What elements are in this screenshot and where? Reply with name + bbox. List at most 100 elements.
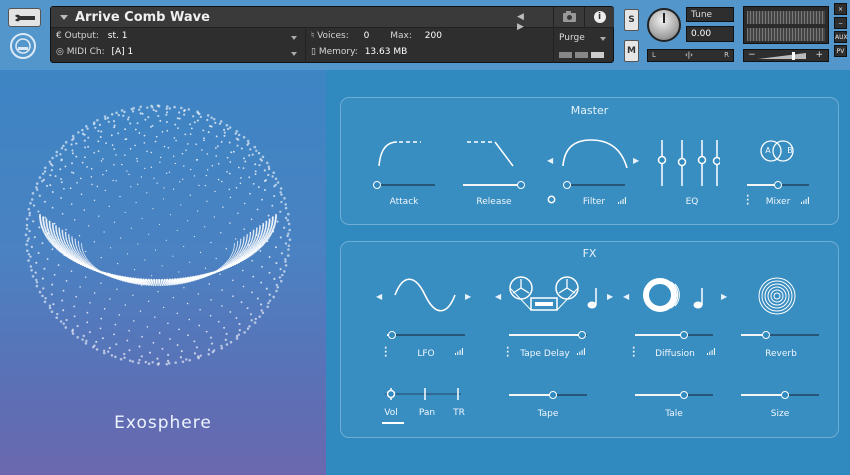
tab-tr[interactable]: TR: [449, 408, 469, 418]
lfo-slider[interactable]: [387, 331, 465, 339]
max-label: Max:: [390, 31, 412, 41]
output-dropdown-icon[interactable]: [291, 36, 297, 40]
pan-slider[interactable]: L ‹|› R: [647, 49, 734, 62]
meter-block: [575, 52, 588, 58]
output-icon: €: [56, 31, 62, 41]
vol-pan-tr-sliders[interactable]: [383, 387, 463, 401]
tab-pan[interactable]: Pan: [415, 408, 439, 418]
voices-icon: ♮: [311, 31, 315, 41]
diffusion-ring-icon: [643, 278, 680, 312]
midi-dropdown-icon[interactable]: [291, 52, 297, 56]
master-title: Master: [570, 104, 609, 117]
lfo-menu-icon[interactable]: · · ·: [384, 345, 387, 362]
volume-ramp-icon: [758, 52, 806, 60]
preset-nav-arrows-icon[interactable]: ◀ ▶: [517, 12, 553, 32]
minimize-button[interactable]: −: [834, 17, 847, 29]
filter-mod-bars-icon[interactable]: [618, 197, 626, 204]
diffusion-menu-icon[interactable]: · · ·: [632, 345, 635, 362]
size-slider[interactable]: [741, 391, 819, 399]
release-envelope-icon: [467, 141, 514, 167]
midi-label: MIDI Ch:: [66, 47, 105, 57]
midi-channel-selector[interactable]: ◎ MIDI Ch: [A] 1: [56, 47, 133, 62]
lfo-sine-wave-icon: [394, 278, 456, 312]
snapshot-camera-icon[interactable]: [553, 7, 584, 28]
tune-value[interactable]: 0.00: [686, 26, 734, 42]
eq-sliders-icon[interactable]: [654, 138, 720, 188]
meter-block: [591, 52, 604, 58]
max-value[interactable]: 200: [425, 31, 442, 41]
reverb-slider[interactable]: [741, 331, 819, 339]
mixer-a-label: A: [765, 146, 771, 155]
filter-next-arrow[interactable]: ▶: [633, 156, 639, 165]
memory-label: Memory:: [318, 47, 358, 57]
solo-button[interactable]: S: [624, 9, 639, 31]
tape-delay-label: Tape Delay: [520, 349, 570, 359]
tape-delay-slider[interactable]: [509, 331, 587, 339]
release-label: Release: [476, 197, 512, 207]
tape-label: Tape: [537, 409, 559, 419]
mute-button[interactable]: M: [624, 40, 639, 62]
lfo-next-arrow[interactable]: ▶: [465, 292, 471, 301]
lfo-prev-arrow[interactable]: ◀: [376, 292, 382, 301]
release-slider[interactable]: [463, 181, 525, 189]
mixer-slider[interactable]: [747, 181, 809, 189]
diffusion-slider[interactable]: [635, 331, 713, 339]
divider: [553, 29, 554, 63]
tab-vol[interactable]: Vol: [381, 408, 401, 418]
purge-dropdown-icon[interactable]: [600, 37, 606, 41]
attack-label: Attack: [389, 197, 419, 207]
lfo-mod-bars-icon[interactable]: [455, 348, 463, 355]
close-button[interactable]: ×: [834, 3, 847, 15]
output-label: Output:: [64, 31, 99, 41]
tape-delay-note-icon[interactable]: [587, 286, 601, 310]
tune-knob[interactable]: [647, 8, 681, 42]
instrument-info-panel: Arrive Comb Wave ◀ ▶ i € Output: st. 1 ◎…: [50, 6, 614, 63]
diffusion-next-arrow[interactable]: ▶: [721, 292, 727, 301]
artwork-panel: Exosphere: [0, 70, 326, 475]
instrument-header: Arrive Comb Wave ◀ ▶ i € Output: st. 1 ◎…: [0, 0, 850, 70]
tune-label: Tune: [686, 7, 734, 22]
tale-slider[interactable]: [635, 391, 713, 399]
filter-prev-arrow[interactable]: ◀: [547, 156, 553, 165]
purge-menu[interactable]: Purge: [559, 33, 585, 43]
product-name: Exosphere: [114, 413, 212, 433]
filter-mode-icon[interactable]: [547, 195, 556, 204]
memory-value: 13.63 MB: [364, 47, 408, 57]
mixer-mod-bars-icon[interactable]: [801, 197, 809, 204]
tape-delay-prev-arrow[interactable]: ◀: [495, 292, 501, 301]
midi-value: [A] 1: [111, 47, 134, 57]
aux-button[interactable]: AUX: [834, 31, 848, 43]
wrench-icon[interactable]: [8, 8, 41, 27]
pv-button[interactable]: PV: [834, 45, 847, 57]
tab-vol-underline: [382, 422, 404, 424]
pan-right-label: R: [724, 51, 729, 59]
tape-reel-icon: [509, 276, 579, 311]
tape-slider[interactable]: [509, 391, 587, 399]
purge-meter: [559, 52, 604, 58]
diffusion-note-icon[interactable]: [693, 286, 707, 310]
size-label: Size: [770, 409, 790, 419]
output-value: st. 1: [107, 31, 128, 41]
attack-slider[interactable]: [373, 181, 435, 189]
instrument-menu-arrow-icon[interactable]: [60, 15, 68, 20]
midi-icon: ◎: [56, 47, 64, 57]
info-icon: i: [593, 11, 606, 23]
instrument-title[interactable]: Arrive Comb Wave: [75, 10, 210, 25]
diffusion-prev-arrow[interactable]: ◀: [623, 292, 629, 301]
diffusion-mod-bars-icon[interactable]: [707, 348, 715, 355]
info-button[interactable]: i: [584, 7, 614, 28]
filter-curve-icon: [562, 139, 628, 169]
pan-left-label: L: [652, 51, 656, 59]
tape-delay-next-arrow[interactable]: ▶: [607, 292, 613, 301]
filter-slider[interactable]: [563, 181, 625, 189]
output-selector[interactable]: € Output: st. 1: [56, 31, 127, 46]
volume-slider[interactable]: − +: [743, 49, 829, 62]
fx-title: FX: [582, 247, 597, 260]
tale-label: Tale: [665, 409, 683, 419]
mixer-label: Mixer: [765, 197, 791, 207]
tape-delay-mod-bars-icon[interactable]: [577, 348, 585, 355]
eq-label: EQ: [685, 197, 699, 207]
volume-plus-icon: +: [815, 50, 823, 60]
mixer-b-label: B: [787, 146, 793, 155]
tape-delay-menu-icon[interactable]: · · ·: [506, 345, 509, 362]
